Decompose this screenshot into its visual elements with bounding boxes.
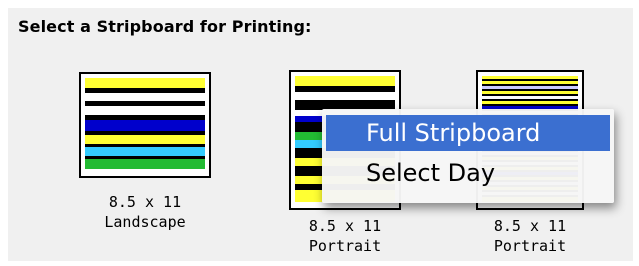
paper-size-label: 8.5 x 11 <box>493 217 567 235</box>
stripboard-context-menu: Full Stripboard Select Day <box>322 109 614 203</box>
orientation-label: Landscape <box>104 213 186 231</box>
option-caption-landscape: 8.5 x 11 Landscape <box>75 192 215 232</box>
stripboard-landscape-thumbnail[interactable] <box>79 72 211 178</box>
menu-item-select-day[interactable]: Select Day <box>326 155 610 191</box>
landscape-stripboard-preview <box>85 78 205 169</box>
paper-size-label: 8.5 x 11 <box>308 217 382 235</box>
orientation-label: Portrait <box>308 237 382 255</box>
orientation-label: Portrait <box>493 237 567 255</box>
option-caption-portrait-1: 8.5 x 11 Portrait <box>275 216 415 256</box>
menu-item-full-stripboard[interactable]: Full Stripboard <box>326 115 610 151</box>
option-caption-portrait-2: 8.5 x 11 Portrait <box>460 216 600 256</box>
section-heading: Select a Stripboard for Printing: <box>18 17 312 36</box>
paper-size-label: 8.5 x 11 <box>108 193 182 211</box>
